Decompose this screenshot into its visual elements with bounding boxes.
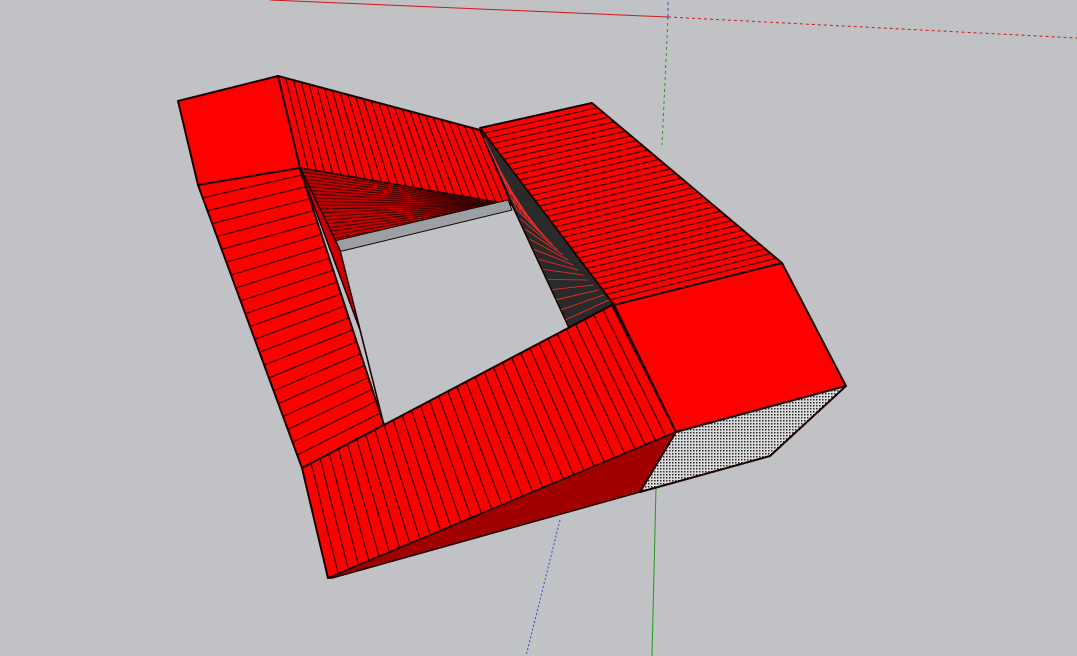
step-line	[547, 279, 589, 281]
viewport-background	[0, 0, 1077, 656]
model-scene[interactable]	[0, 0, 1077, 656]
3d-viewport[interactable]	[0, 0, 1077, 656]
